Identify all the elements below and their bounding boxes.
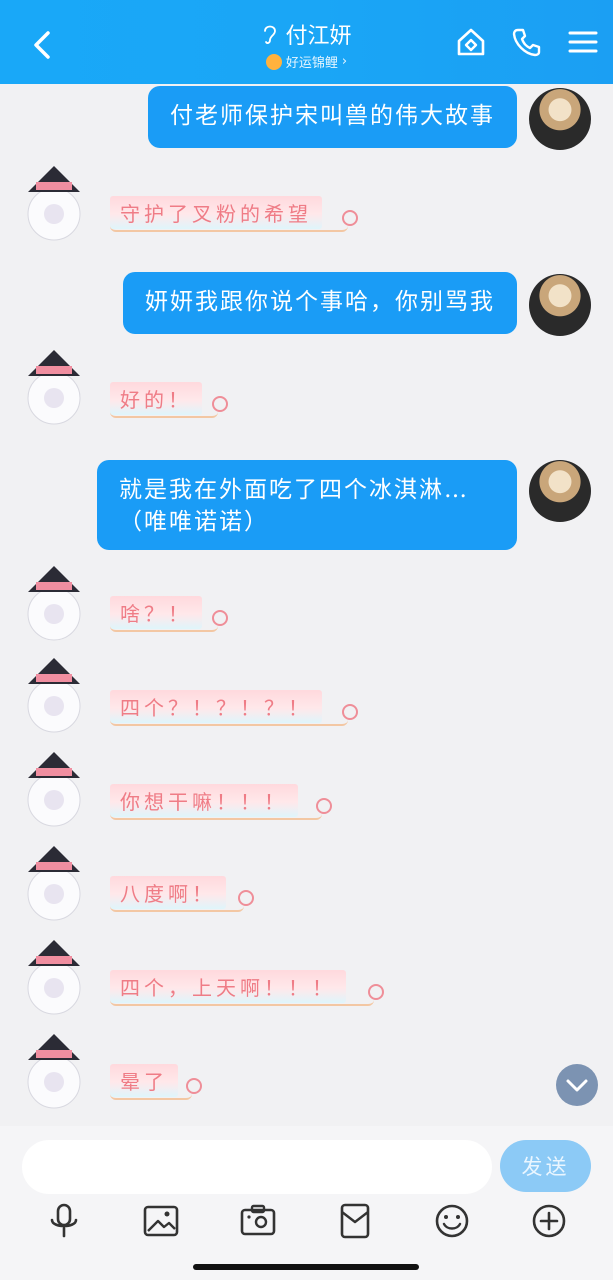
- scroll-to-bottom-chevron-icon[interactable]: [556, 1064, 598, 1106]
- message-list[interactable]: 付老师保护宋叫兽的伟大故事 守护了叉粉的希望 妍妍我跟你说个事哈，你别骂我 好的…: [0, 84, 613, 1126]
- menu-icon[interactable]: [567, 26, 599, 58]
- contact-avatar[interactable]: [14, 842, 106, 934]
- red-packet-icon[interactable]: [336, 1202, 374, 1240]
- home-indicator[interactable]: [193, 1264, 419, 1270]
- message-underline: [110, 224, 348, 232]
- read-check-icon: [212, 610, 228, 626]
- chat-header: 付江妍 好运锦鲤 ›: [0, 0, 613, 84]
- message-underline: [110, 904, 244, 912]
- message-underline: [110, 718, 348, 726]
- contact-avatar[interactable]: [14, 162, 106, 254]
- message-underline: [110, 998, 374, 1006]
- home-icon[interactable]: [455, 26, 487, 58]
- message-underline: [110, 1092, 192, 1100]
- toolbar: [0, 1202, 613, 1240]
- read-check-icon: [342, 704, 358, 720]
- contact-avatar[interactable]: [14, 562, 106, 654]
- contact-avatar[interactable]: [14, 346, 106, 438]
- read-check-icon: [316, 798, 332, 814]
- message-underline: [110, 624, 218, 632]
- read-check-icon: [186, 1078, 202, 1094]
- emoji-icon[interactable]: [433, 1202, 471, 1240]
- subtitle-chevron: ›: [341, 54, 348, 69]
- contact-avatar[interactable]: [14, 1030, 106, 1122]
- contact-avatar[interactable]: [14, 748, 106, 840]
- image-icon[interactable]: [142, 1202, 180, 1240]
- my-avatar[interactable]: [529, 460, 591, 522]
- my-avatar[interactable]: [529, 88, 591, 150]
- contact-name: 付江妍: [285, 24, 352, 49]
- plus-icon[interactable]: [530, 1202, 568, 1240]
- message-underline: [110, 812, 322, 820]
- contact-avatar[interactable]: [14, 654, 106, 746]
- koi-badge-icon: [265, 53, 282, 70]
- read-check-icon: [368, 984, 384, 1000]
- message-input[interactable]: [22, 1140, 492, 1194]
- contact-subtitle: 好运锦鲤: [285, 56, 338, 71]
- message-underline: [110, 410, 218, 418]
- contact-avatar[interactable]: [14, 936, 106, 1028]
- read-check-icon: [212, 396, 228, 412]
- composer-bar: 发送: [0, 1126, 613, 1280]
- my-message-bubble[interactable]: 付老师保护宋叫兽的伟大故事: [148, 86, 517, 148]
- read-check-icon: [238, 890, 254, 906]
- read-check-icon: [342, 210, 358, 226]
- ear-icon: [264, 25, 277, 44]
- my-avatar[interactable]: [529, 274, 591, 336]
- send-button[interactable]: 发送: [500, 1140, 591, 1192]
- my-message-bubble[interactable]: 就是我在外面吃了四个冰淇淋…（唯唯诺诺）: [97, 460, 517, 550]
- camera-icon[interactable]: [239, 1202, 277, 1240]
- my-message-bubble[interactable]: 妍妍我跟你说个事哈，你别骂我: [123, 272, 517, 334]
- mic-icon[interactable]: [45, 1202, 83, 1240]
- phone-icon[interactable]: [511, 26, 543, 58]
